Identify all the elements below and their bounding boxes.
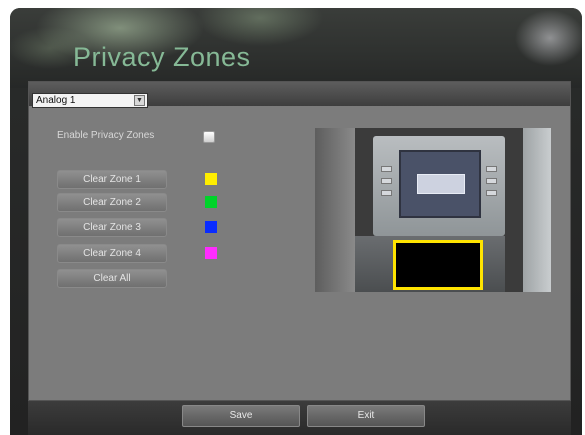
channel-select[interactable]: Analog 1 ▼	[32, 93, 148, 108]
camera-preview[interactable]	[315, 128, 551, 292]
preview-atm-key	[381, 178, 392, 184]
zone-3-color-swatch	[205, 221, 217, 233]
save-button[interactable]: Save	[182, 405, 300, 427]
preview-atm-key	[486, 166, 497, 172]
enable-privacy-zones-checkbox[interactable]	[203, 131, 215, 143]
preview-atm-key	[381, 190, 392, 196]
preview-atm	[373, 136, 505, 236]
preview-wall-right	[523, 128, 551, 292]
preview-atm-dialog	[417, 174, 465, 194]
privacy-zone-1-mask[interactable]	[393, 240, 483, 290]
zone-2-color-swatch	[205, 196, 217, 208]
preview-wall-left	[315, 128, 355, 292]
zone-1-color-swatch	[205, 173, 217, 185]
channel-select-value: Analog 1	[36, 95, 76, 106]
preview-atm-key	[381, 166, 392, 172]
zone-4-color-swatch	[205, 247, 217, 259]
clear-zone-3-button[interactable]: Clear Zone 3	[57, 218, 167, 237]
chevron-down-icon[interactable]: ▼	[134, 95, 145, 106]
preview-atm-key	[486, 190, 497, 196]
clear-zone-2-button[interactable]: Clear Zone 2	[57, 193, 167, 212]
clear-zone-1-button[interactable]: Clear Zone 1	[57, 170, 167, 189]
exit-button[interactable]: Exit	[307, 405, 425, 427]
clear-all-button[interactable]: Clear All	[57, 269, 167, 288]
enable-privacy-zones-label: Enable Privacy Zones	[57, 130, 155, 141]
preview-atm-key	[486, 178, 497, 184]
preview-atm-screen	[399, 150, 481, 218]
clear-zone-4-button[interactable]: Clear Zone 4	[57, 244, 167, 263]
page-title: Privacy Zones	[73, 42, 251, 72]
